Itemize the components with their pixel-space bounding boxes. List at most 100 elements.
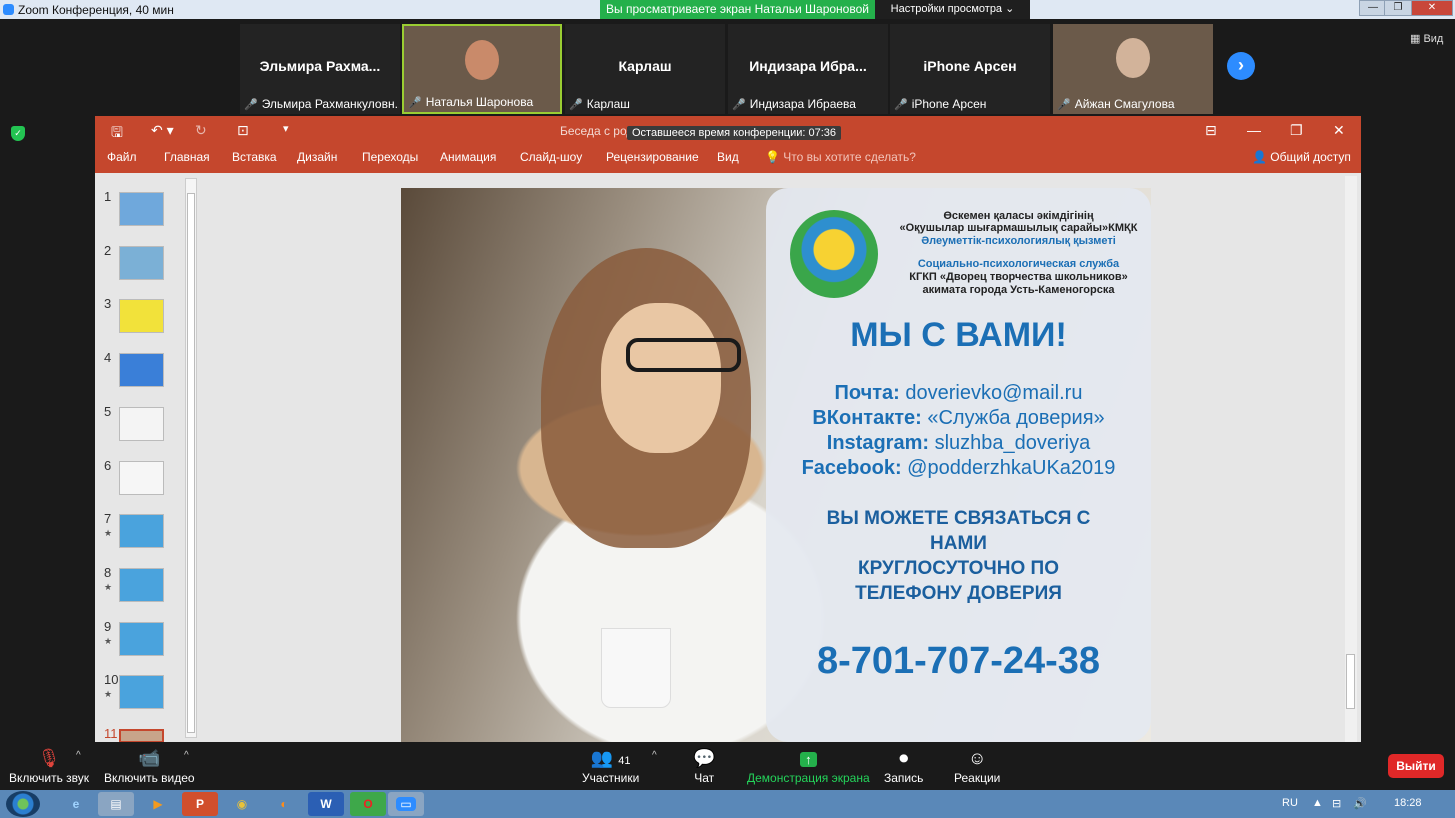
chat-button[interactable]: 💬 Чат [693,748,715,785]
participant-video-face [465,40,499,80]
ribbon-tab[interactable]: Файл [107,150,137,164]
participant-display-name: Эльмира Рахма... [259,58,381,74]
participants-button[interactable]: 👥 41 Участники [582,748,639,785]
meeting-toolbar: 🎙 Включить звук ^ 📹 Включить видео ^ 👥 41 У… [0,742,1455,790]
slide-thumbnail[interactable] [119,192,164,226]
slide-thumbnail[interactable] [119,406,164,441]
ppt-close-icon[interactable]: ✕ [1333,122,1345,139]
participant-tile[interactable]: iPhone Арсен 🎤 iPhone Арсен [890,24,1050,114]
ppt-minimize-icon[interactable]: — [1247,122,1261,138]
cta-line-4: ТЕЛЕФОНУ ДОВЕРИЯ [855,583,1062,604]
participant-name-label: 🎤 Айжан Смагулова [1057,97,1212,111]
contact-row: Instagram: sluzhba_doveriya [766,432,1151,455]
security-shield-icon[interactable]: ✓ [11,126,25,141]
reactions-label: Реакции [954,771,1001,785]
slide-thumbnail[interactable] [119,621,164,656]
firefox-icon[interactable]: ◐ [266,792,302,816]
participant-tile[interactable]: Эльмира Рахма... 🎤 Эльмира Рахманкуловн... [240,24,400,114]
participant-tile[interactable]: Карлаш 🎤 Карлаш [565,24,725,114]
slide-headline: МЫ С ВАМИ! [850,316,1067,354]
close-icon[interactable]: ✕ [1411,0,1453,16]
org-kz-line-1: Өскемен қаласы әкімдігінің [943,210,1094,222]
start-video-button[interactable]: 📹 Включить видео [104,748,195,785]
participants-options-chevron-icon[interactable]: ^ [652,750,657,761]
org-ru-line-2: КГКП «Дворец творчества школьников» [909,271,1128,283]
customize-qat-icon[interactable]: ▾ [283,122,289,135]
start-menu-icon[interactable] [6,791,40,817]
ribbon-tab[interactable]: Рецензирование [606,150,699,164]
share-screen-button[interactable]: ↑ Демонстрация экрана [747,748,870,785]
network-icon[interactable]: ⊟ [1332,797,1341,810]
word-icon[interactable]: W [308,792,344,816]
media-player-icon[interactable]: ▶ [140,792,176,816]
ribbon-tab[interactable]: Слайд-шоу [520,150,582,164]
leave-button[interactable]: Выйти [1388,754,1444,778]
slide-scroll-thumb[interactable] [1346,654,1355,709]
tell-me-label: Что вы хотите сделать? [783,150,916,164]
thumbnail-scroll-thumb[interactable] [187,193,195,733]
participant-tile[interactable]: 🎤 Наталья Шаронова [402,24,562,114]
slide-thumbnail[interactable] [119,460,164,495]
clock[interactable]: 18:28 [1394,797,1422,809]
reactions-button[interactable]: ☺ Реакции [954,748,1000,785]
slide-thumbnail[interactable] [119,567,164,602]
redo-icon[interactable]: ↻ [195,122,207,139]
volume-icon[interactable]: 🔊 [1353,797,1367,810]
minimize-icon[interactable]: — [1359,0,1387,16]
contact-value: @podderzhkaUKa2019 [907,457,1116,479]
zoom-taskbar-icon[interactable]: ▭ [388,792,424,816]
undo-icon[interactable]: ↶ ▾ [151,122,174,139]
slide-thumbnail[interactable] [119,675,164,710]
slide-thumbnail[interactable] [119,514,164,549]
slide-thumbnail[interactable] [119,729,164,743]
view-settings-button[interactable]: Настройки просмотра ⌄ [875,0,1030,19]
slide-scrollbar[interactable] [1345,176,1357,742]
chevron-right-icon[interactable]: › [1227,52,1255,80]
contact-row: ВКонтакте: «Служба доверия» [766,407,1151,430]
ribbon-tab[interactable]: Вставка [232,150,277,164]
animation-star-icon: ★ [104,581,113,592]
participant-tile[interactable]: 🎤 Айжан Смагулова [1053,24,1213,114]
participants-icon: 👥 41 [590,748,631,768]
presentation-icon[interactable]: ⊡ [237,122,249,139]
muted-mic-icon: 🎤 [244,99,258,111]
view-button[interactable]: ▦ Вид [1410,32,1443,45]
thumbnail-number: 8 [104,564,112,580]
audio-options-chevron-icon[interactable]: ^ [76,750,81,761]
tray-expand-icon[interactable]: ▲ [1312,797,1323,809]
ribbon-display-icon[interactable]: ⊟ [1205,122,1217,139]
slide-thumbnail[interactable] [119,353,164,388]
video-options-chevron-icon[interactable]: ^ [184,750,189,761]
ppt-restore-icon[interactable]: ❐ [1290,122,1303,139]
ribbon-tab[interactable]: Анимация [440,150,496,164]
restore-icon[interactable]: ❐ [1384,0,1412,16]
powerpoint-taskbar-icon[interactable]: P [182,792,218,816]
file-explorer-icon[interactable]: ▤ [98,792,134,816]
record-button[interactable]: ⏺ Запись [884,748,923,785]
language-indicator[interactable]: RU [1282,797,1298,809]
record-icon: ⏺ [899,748,909,768]
participant-name: iPhone Арсен [911,97,987,111]
internet-explorer-icon[interactable]: e [58,792,94,816]
thumbnail-scrollbar[interactable] [185,178,197,738]
current-slide[interactable]: Өскемен қаласы әкімдігінің «Оқушылар шығ… [401,188,1151,742]
ribbon-tab[interactable]: Главная [164,150,210,164]
muted-mic-icon: 🎤 [408,97,422,109]
chrome-icon[interactable]: ◉ [224,792,260,816]
participant-tile[interactable]: Индизара Ибра... 🎤 Индизара Ибраева [728,24,888,114]
organization-emblem-icon [790,210,878,298]
ribbon-tab[interactable]: Вид [717,150,739,164]
contact-row: Facebook: @podderzhkaUKa2019 [766,457,1151,480]
share-button[interactable]: 👤 Общий доступ [1252,150,1351,164]
save-icon[interactable]: 🖫 [111,122,123,146]
slide-thumbnail[interactable] [119,299,164,334]
participant-name-label: 🎤 Эльмира Рахманкуловн... [244,97,399,111]
thumbnail-number: 10 [104,672,119,688]
ribbon-tab[interactable]: Дизайн [297,150,337,164]
opera-icon[interactable]: O [350,792,386,816]
slide-thumbnail[interactable] [119,245,164,280]
thumbnail-number: 2 [104,242,112,258]
tell-me-search[interactable]: 💡 Что вы хотите сделать? [765,150,916,164]
ribbon-tab[interactable]: Переходы [362,150,418,164]
photo-glasses [626,338,741,372]
